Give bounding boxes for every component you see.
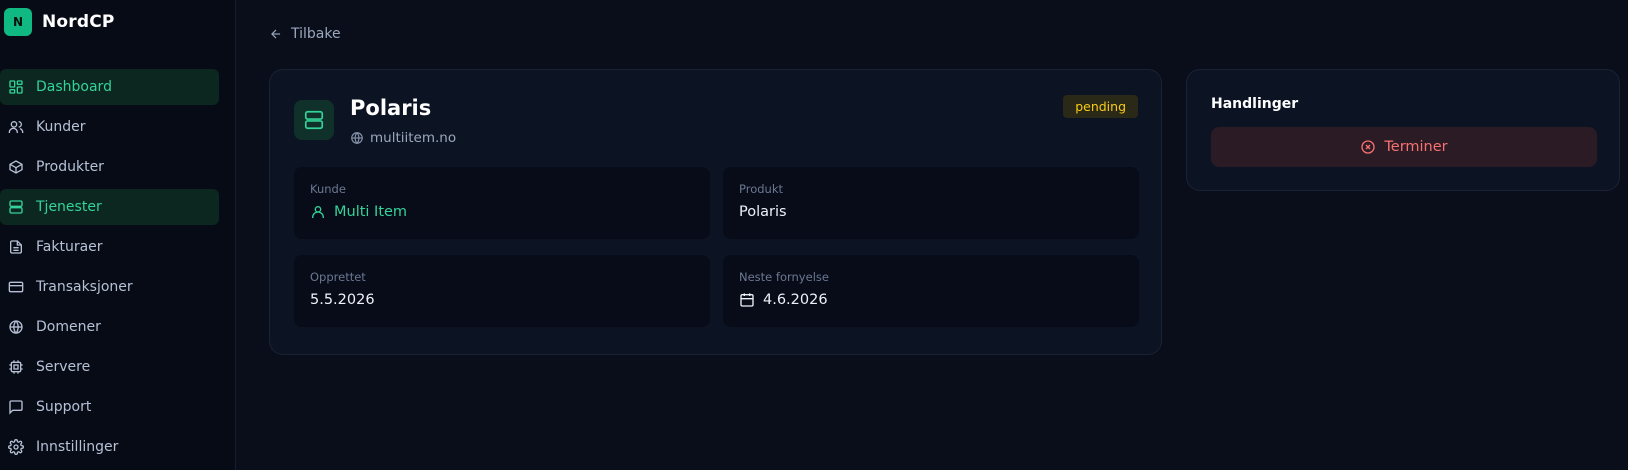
product-field: Produkt Polaris <box>723 167 1139 239</box>
sidebar-item-label: Kunder <box>36 119 86 135</box>
renewal-field: Neste fornyelse 4.6.2026 <box>723 255 1139 327</box>
server-icon <box>8 199 24 215</box>
sidebar-item-transaksjoner[interactable]: Transaksjoner <box>0 269 219 305</box>
customer-label: Kunde <box>310 182 346 196</box>
back-link[interactable]: Tilbake <box>269 26 341 42</box>
sidebar-item-label: Tjenester <box>36 199 102 215</box>
globe-icon <box>350 131 364 145</box>
sidebar-item-label: Transaksjoner <box>36 279 133 295</box>
sidebar-item-domener[interactable]: Domener <box>0 309 219 345</box>
message-icon <box>8 399 24 415</box>
x-circle-icon <box>1360 139 1376 155</box>
brand-logo: N <box>4 8 32 36</box>
users-icon <box>8 119 24 135</box>
status-badge: pending <box>1063 95 1138 118</box>
sidebar-item-fakturaer[interactable]: Fakturaer <box>0 229 219 265</box>
terminate-label: Terminer <box>1384 139 1448 155</box>
actions-title: Handlinger <box>1211 96 1299 112</box>
sidebar: N NordCP Dashboard Kunder Produkter Tjen… <box>0 0 236 470</box>
sidebar-item-label: Produkter <box>36 159 104 175</box>
sidebar-item-servere[interactable]: Servere <box>0 349 219 385</box>
globe-icon <box>8 319 24 335</box>
customer-link[interactable]: Multi Item <box>310 204 694 220</box>
sidebar-item-label: Support <box>36 399 92 415</box>
sidebar-item-label: Fakturaer <box>36 239 103 255</box>
sidebar-item-kunder[interactable]: Kunder <box>0 109 219 145</box>
service-details-card: Polaris multiitem.no pending Kunde Multi… <box>269 69 1162 355</box>
sidebar-item-produkter[interactable]: Produkter <box>0 149 219 185</box>
created-label: Opprettet <box>310 270 366 284</box>
renewal-value: 4.6.2026 <box>763 292 828 308</box>
cpu-icon <box>8 359 24 375</box>
sidebar-item-label: Dashboard <box>36 79 112 95</box>
sidebar-item-tjenester[interactable]: Tjenester <box>0 189 219 225</box>
gear-icon <box>8 439 24 455</box>
service-domain-text: multiitem.no <box>370 130 457 146</box>
brand[interactable]: N NordCP <box>4 8 115 36</box>
sidebar-item-dashboard[interactable]: Dashboard <box>0 69 219 105</box>
arrow-left-icon <box>269 27 283 41</box>
calendar-icon <box>739 292 755 308</box>
file-text-icon <box>8 239 24 255</box>
credit-card-icon <box>8 279 24 295</box>
actions-card: Handlinger Terminer <box>1186 69 1620 191</box>
created-value: 5.5.2026 <box>310 292 375 308</box>
dashboard-icon <box>8 79 24 95</box>
product-label: Produkt <box>739 182 784 196</box>
created-field: Opprettet 5.5.2026 <box>294 255 710 327</box>
page-title: Polaris <box>350 96 432 120</box>
brand-name: NordCP <box>42 12 115 32</box>
product-value: Polaris <box>739 204 787 220</box>
sidebar-item-label: Servere <box>36 359 91 375</box>
user-icon <box>310 204 326 220</box>
renewal-date: 4.6.2026 <box>739 292 1123 308</box>
sidebar-item-innstillinger[interactable]: Innstillinger <box>0 429 219 465</box>
sidebar-item-support[interactable]: Support <box>0 389 219 425</box>
renewal-label: Neste fornyelse <box>739 270 829 284</box>
server-icon <box>294 100 334 140</box>
sidebar-item-label: Domener <box>36 319 101 335</box>
customer-value: Multi Item <box>334 204 408 220</box>
package-icon <box>8 159 24 175</box>
sidebar-item-label: Innstillinger <box>36 439 119 455</box>
back-label: Tilbake <box>291 26 341 42</box>
service-domain: multiitem.no <box>350 130 456 146</box>
sidebar-nav: Dashboard Kunder Produkter Tjenester Fak… <box>0 69 219 469</box>
terminate-button[interactable]: Terminer <box>1211 127 1597 167</box>
customer-field: Kunde Multi Item <box>294 167 710 239</box>
